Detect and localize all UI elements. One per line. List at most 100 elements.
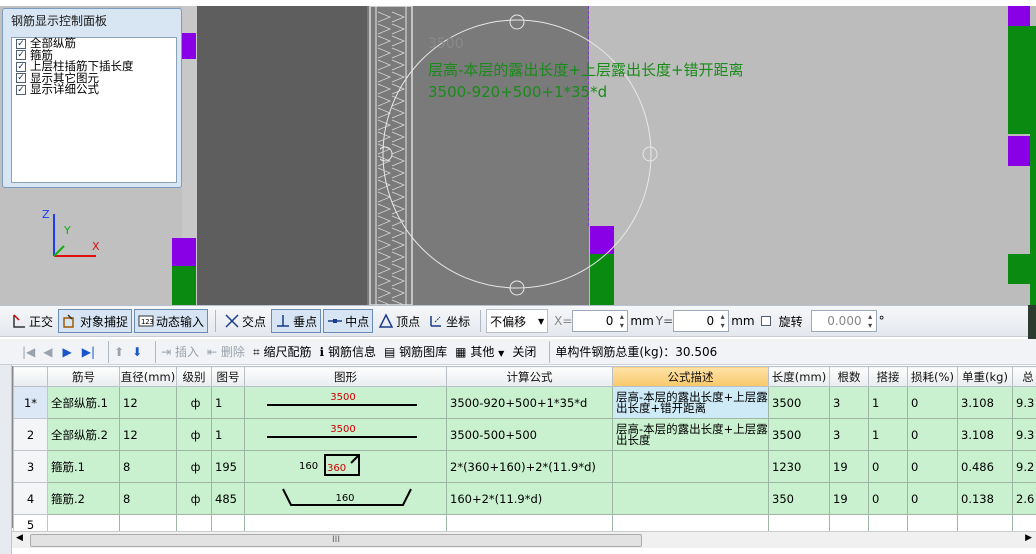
rotate-checkbox[interactable] (760, 316, 771, 326)
formula-description-cell[interactable] (612, 482, 769, 515)
column-header[interactable]: 筋号 (47, 366, 120, 387)
column-header[interactable]: 图形 (244, 366, 447, 387)
figure-number-cell[interactable]: 1 (211, 418, 245, 451)
column-header[interactable]: 总 (1012, 366, 1036, 387)
formula-cell[interactable]: 3500-920+500+1*35*d (446, 386, 613, 419)
intersection-button[interactable]: 交点 (221, 309, 269, 333)
grade-cell[interactable]: ф (176, 482, 212, 515)
length-cell[interactable]: 3500 (768, 386, 830, 419)
checkbox-checked-icon[interactable]: ✓ (16, 61, 26, 72)
shape-cell[interactable]: 3500 (244, 386, 447, 419)
rotate-input[interactable]: 0.000 (810, 310, 877, 332)
checkbox-checked-icon[interactable]: ✓ (16, 50, 26, 61)
perpendicular-button[interactable]: 垂点 (271, 309, 322, 333)
rebar-name-cell[interactable]: 全部纵筋.1 (47, 386, 120, 419)
horizontal-scrollbar[interactable]: ◀ III ▶ (12, 531, 1036, 548)
shape-cell[interactable]: 160 360 (244, 450, 447, 483)
diameter-cell[interactable]: 12 (119, 418, 177, 451)
count-cell[interactable]: 3 (829, 418, 869, 451)
3d-viewport[interactable]: 3500 层高-本层的露出长度+上层露出长度+错开距离 3500-920+500… (0, 0, 1036, 305)
other-menu-button[interactable]: ▦ 其他 ▼ (455, 343, 504, 360)
column-header[interactable]: 计算公式 (446, 366, 613, 387)
offset-dropdown[interactable]: 不偏移 ▼ (486, 309, 549, 333)
next-record-icon[interactable]: ▶ (63, 345, 72, 359)
dynamic-input-button[interactable]: 123 动态输入 (134, 309, 209, 333)
rebar-name-cell[interactable]: 箍筋.1 (47, 450, 120, 483)
row-number[interactable]: 2 (13, 418, 48, 451)
object-snap-button[interactable]: 对象捕捉 (58, 309, 133, 333)
rebar-name-cell[interactable]: 全部纵筋.2 (47, 418, 120, 451)
table-row[interactable]: 4 箍筋.2 8 ф 485 160 160+2*(11.9*d) 350 19 0 0 0.138 2… (13, 482, 1036, 515)
length-cell[interactable]: 3500 (768, 418, 830, 451)
unit-weight-cell[interactable]: 0.486 (957, 450, 1013, 483)
column-header[interactable]: 根数 (829, 366, 869, 387)
delete-button[interactable]: ⇤ 删除 (207, 343, 245, 360)
row-number[interactable]: 3 (13, 450, 48, 483)
scrollbar-thumb[interactable]: III (30, 534, 642, 547)
count-cell[interactable]: 3 (829, 386, 869, 419)
loss-cell[interactable]: 0 (907, 386, 958, 419)
count-cell[interactable]: 19 (829, 482, 869, 515)
table-row[interactable]: 2 全部纵筋.2 12 ф 1 3500 3500-500+500 层高-本层的露出长度+上层… (13, 418, 1036, 451)
grade-cell[interactable]: ф (176, 450, 212, 483)
lap-cell[interactable]: 0 (868, 482, 908, 515)
last-record-icon[interactable]: ▶| (82, 345, 95, 359)
column-header[interactable]: 损耗(%) (907, 366, 958, 387)
vertex-button[interactable]: 顶点 (375, 309, 423, 333)
length-cell[interactable]: 350 (768, 482, 830, 515)
formula-description-cell[interactable]: 层高-本层的露出长度+上层露出长度 (612, 418, 769, 451)
previous-record-icon[interactable]: ◀ (43, 345, 52, 359)
shape-cell[interactable]: 3500 (244, 418, 447, 451)
total-weight-cell[interactable]: 9.3 (1012, 386, 1036, 419)
total-weight-cell[interactable]: 2.6 (1012, 482, 1036, 515)
column-header[interactable]: 单重(kg) (957, 366, 1013, 387)
y-offset-input[interactable]: 0 (673, 310, 730, 332)
diameter-cell[interactable]: 8 (119, 450, 177, 483)
ortho-button[interactable]: 正交 (8, 309, 56, 333)
figure-number-cell[interactable]: 1 (211, 386, 245, 419)
row-number[interactable]: 4 (13, 482, 48, 515)
scale-rebar-button[interactable]: ⌗ 缩尺配筋 (253, 343, 312, 360)
column-header[interactable]: 级别 (176, 366, 212, 387)
column-header[interactable]: 公式描述 (612, 366, 769, 387)
move-up-icon[interactable]: ⬆ (114, 345, 124, 359)
coordinate-button[interactable]: 坐标 (425, 309, 473, 333)
formula-description-cell[interactable]: 层高-本层的露出长度+上层露出长度+错开距离 (612, 386, 769, 419)
formula-cell[interactable]: 3500-500+500 (446, 418, 613, 451)
figure-number-cell[interactable]: 195 (211, 450, 245, 483)
lap-cell[interactable]: 0 (868, 450, 908, 483)
insert-button[interactable]: ⇥ 插入 (161, 343, 199, 360)
diameter-cell[interactable]: 8 (119, 482, 177, 515)
table-row[interactable]: 1* 全部纵筋.1 12 ф 1 3500 3500-920+500+1*35*d 层高-本层… (13, 386, 1036, 419)
shape-cell[interactable]: 160 (244, 482, 447, 515)
rebar-info-button[interactable]: ℹ 钢筋信息 (320, 343, 376, 360)
loss-cell[interactable]: 0 (907, 482, 958, 515)
unit-weight-cell[interactable]: 3.108 (957, 386, 1013, 419)
unit-weight-cell[interactable]: 3.108 (957, 418, 1013, 451)
column-header[interactable]: 图号 (211, 366, 245, 387)
x-offset-input[interactable]: 0 (572, 310, 629, 332)
lap-cell[interactable]: 1 (868, 386, 908, 419)
count-cell[interactable]: 19 (829, 450, 869, 483)
total-weight-cell[interactable]: 9.3 (1012, 418, 1036, 451)
close-button[interactable]: 关闭 (512, 343, 536, 360)
column-header[interactable]: 直径(mm) (119, 366, 177, 387)
length-cell[interactable]: 1230 (768, 450, 830, 483)
grade-cell[interactable]: ф (176, 418, 212, 451)
checkbox-checked-icon[interactable]: ✓ (16, 38, 26, 49)
figure-number-cell[interactable]: 485 (211, 482, 245, 515)
table-row[interactable]: 3 箍筋.1 8 ф 195 160 360 2*(360+160)+2*(11.9*d) 12… (13, 450, 1036, 483)
display-option[interactable]: ✓ 显示详细公式 (12, 84, 176, 96)
midpoint-button[interactable]: 中点 (323, 309, 374, 333)
total-weight-cell[interactable]: 9.2 (1012, 450, 1036, 483)
formula-cell[interactable]: 160+2*(11.9*d) (446, 482, 613, 515)
formula-cell[interactable]: 2*(360+160)+2*(11.9*d) (446, 450, 613, 483)
formula-description-cell[interactable] (612, 450, 769, 483)
loss-cell[interactable]: 0 (907, 418, 958, 451)
rebar-library-button[interactable]: ▤ 钢筋图库 (384, 343, 447, 360)
first-record-icon[interactable]: |◀ (22, 345, 35, 359)
column-header[interactable]: 搭接 (868, 366, 908, 387)
lap-cell[interactable]: 1 (868, 418, 908, 451)
scroll-right-icon[interactable]: ▶ (1025, 533, 1032, 543)
row-number[interactable]: 1* (13, 386, 48, 419)
